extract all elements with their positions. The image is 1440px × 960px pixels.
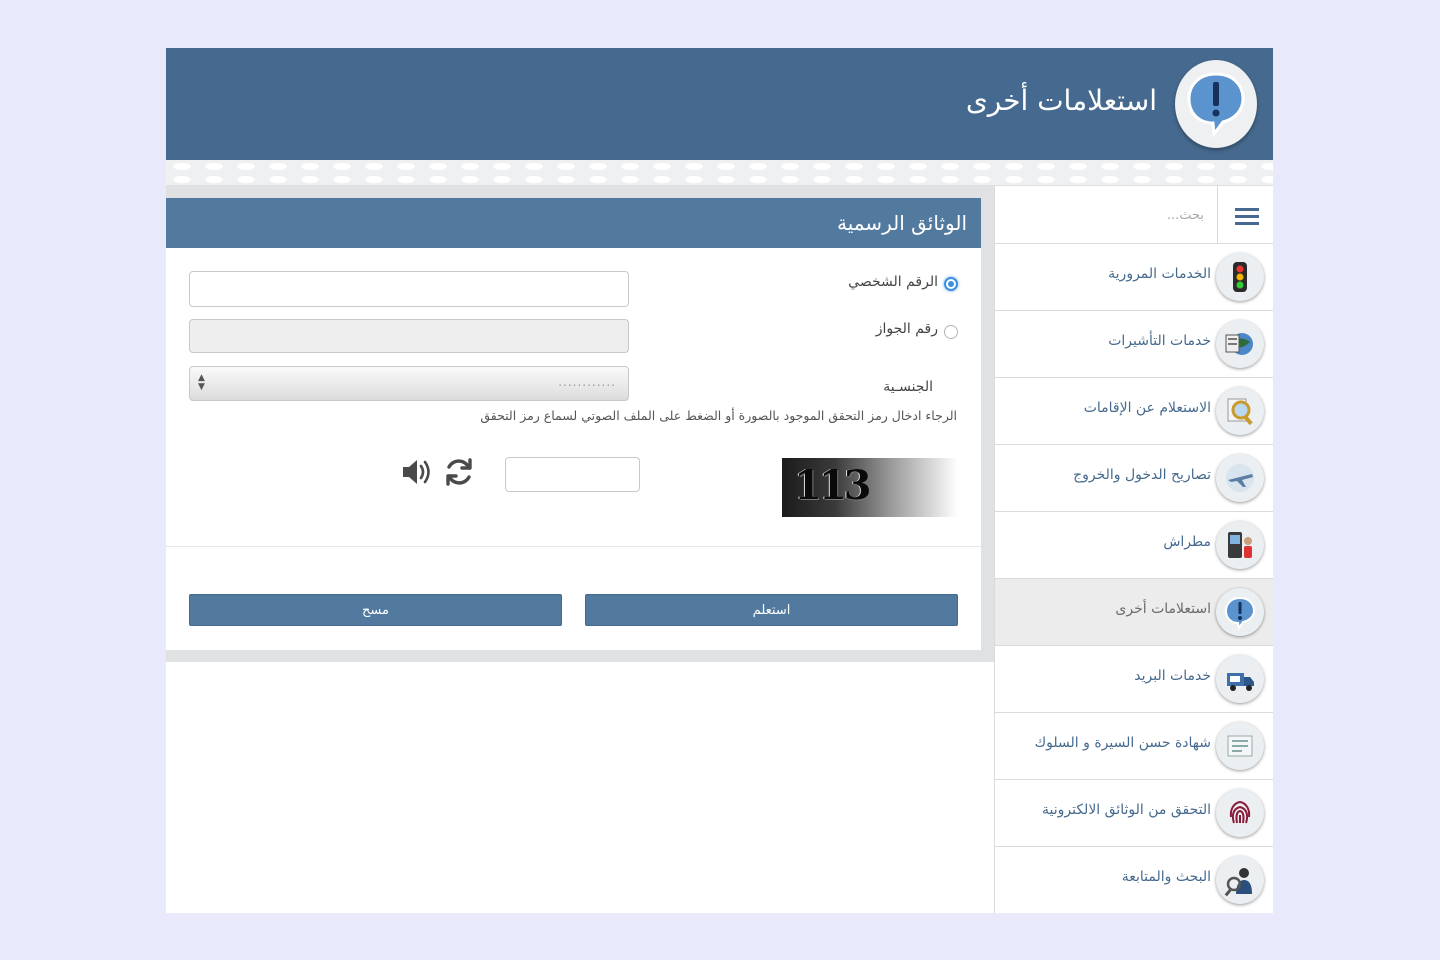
sidebar-item-label: خدمات التأشيرات (1108, 333, 1211, 349)
sidebar: الخدمات المرورية خدمات التأشيرات الاستعل… (994, 186, 1273, 913)
kiosk-person-icon (1216, 521, 1264, 569)
select-arrows-icon: ▲ ▼ (198, 373, 205, 392)
passport-label: رقم الجواز (875, 321, 938, 337)
sidebar-item-label: الخدمات المرورية (1108, 266, 1211, 282)
sidebar-item-entry-exit[interactable]: تصاريح الدخول والخروج (995, 445, 1273, 512)
captcha-instructions: الرجاء ادخال رمز التحقق الموجود بالصورة … (480, 408, 957, 423)
certificate-icon (1216, 722, 1264, 770)
captcha-input[interactable] (505, 457, 640, 492)
clear-button[interactable]: مسح (189, 594, 562, 626)
sidebar-item-label: التحقق من الوثائق الالكترونية (1041, 802, 1211, 818)
mail-truck-icon (1216, 655, 1264, 703)
search-input[interactable] (996, 186, 1216, 244)
sidebar-item-label: شهادة حسن السيرة و السلوك (1034, 735, 1211, 751)
divider (166, 546, 981, 547)
exclamation-bubble-icon (1175, 60, 1257, 148)
captcha-code: 113 (794, 462, 871, 509)
nationality-label: الجنسـية (883, 379, 933, 395)
panel-header: الوثائق الرسمية (166, 198, 981, 248)
personal-id-input[interactable] (189, 271, 629, 307)
audio-icon[interactable] (400, 455, 434, 493)
sidebar-item-label: البحث والمتابعة (1121, 869, 1211, 885)
refresh-icon[interactable] (442, 455, 476, 493)
official-documents-panel: الوثائق الرسمية الرقم الشخصي رقم الجواز … (166, 198, 981, 650)
app-frame: استعلامات أخرى الخدمات المرورية (166, 48, 1273, 913)
sidebar-item-residency[interactable]: الاستعلام عن الإقامات (995, 378, 1273, 445)
exclamation-bubble-icon (1216, 588, 1264, 636)
magnifier-document-icon (1216, 387, 1264, 435)
sidebar-search (995, 186, 1273, 244)
captcha-image: 113 (782, 458, 958, 517)
airplane-icon (1216, 454, 1264, 502)
sidebar-item-search-follow[interactable]: البحث والمتابعة (995, 847, 1273, 913)
sidebar-item-e-documents[interactable]: التحقق من الوثائق الالكترونية (995, 780, 1273, 847)
page-title: استعلامات أخرى (965, 84, 1157, 117)
fingerprint-icon (1216, 789, 1264, 837)
personal-id-radio[interactable] (944, 277, 958, 291)
main-content: الوثائق الرسمية الرقم الشخصي رقم الجواز … (166, 186, 994, 662)
traffic-light-icon (1216, 253, 1264, 301)
sidebar-item-label: استعلامات أخرى (1115, 601, 1211, 617)
sidebar-item-traffic[interactable]: الخدمات المرورية (995, 244, 1273, 311)
nationality-select[interactable]: ............ ▲ ▼ (189, 366, 629, 401)
page-header: استعلامات أخرى (166, 48, 1273, 160)
search-person-icon (1216, 856, 1264, 904)
panel-title: الوثائق الرسمية (836, 211, 967, 235)
menu-icon[interactable] (1217, 186, 1273, 244)
inquire-button[interactable]: استعلم (585, 594, 958, 626)
sidebar-item-mail[interactable]: خدمات البريد (995, 646, 1273, 713)
sidebar-item-label: تصاريح الدخول والخروج (1073, 467, 1211, 483)
sidebar-item-good-conduct[interactable]: شهادة حسن السيرة و السلوك (995, 713, 1273, 780)
passport-radio[interactable] (944, 325, 958, 339)
sidebar-item-metrash[interactable]: مطراش (995, 512, 1273, 579)
sidebar-item-label: الاستعلام عن الإقامات (1083, 400, 1211, 416)
visa-globe-icon (1216, 320, 1264, 368)
passport-input[interactable] (189, 319, 629, 353)
nationality-select-value: ............ (558, 375, 616, 389)
sidebar-item-other-inquiries[interactable]: استعلامات أخرى (995, 579, 1273, 646)
personal-id-label: الرقم الشخصي (848, 274, 938, 290)
sidebar-item-label: مطراش (1163, 534, 1211, 550)
decorative-pattern (166, 160, 1273, 186)
sidebar-item-visas[interactable]: خدمات التأشيرات (995, 311, 1273, 378)
sidebar-item-label: خدمات البريد (1134, 668, 1211, 684)
